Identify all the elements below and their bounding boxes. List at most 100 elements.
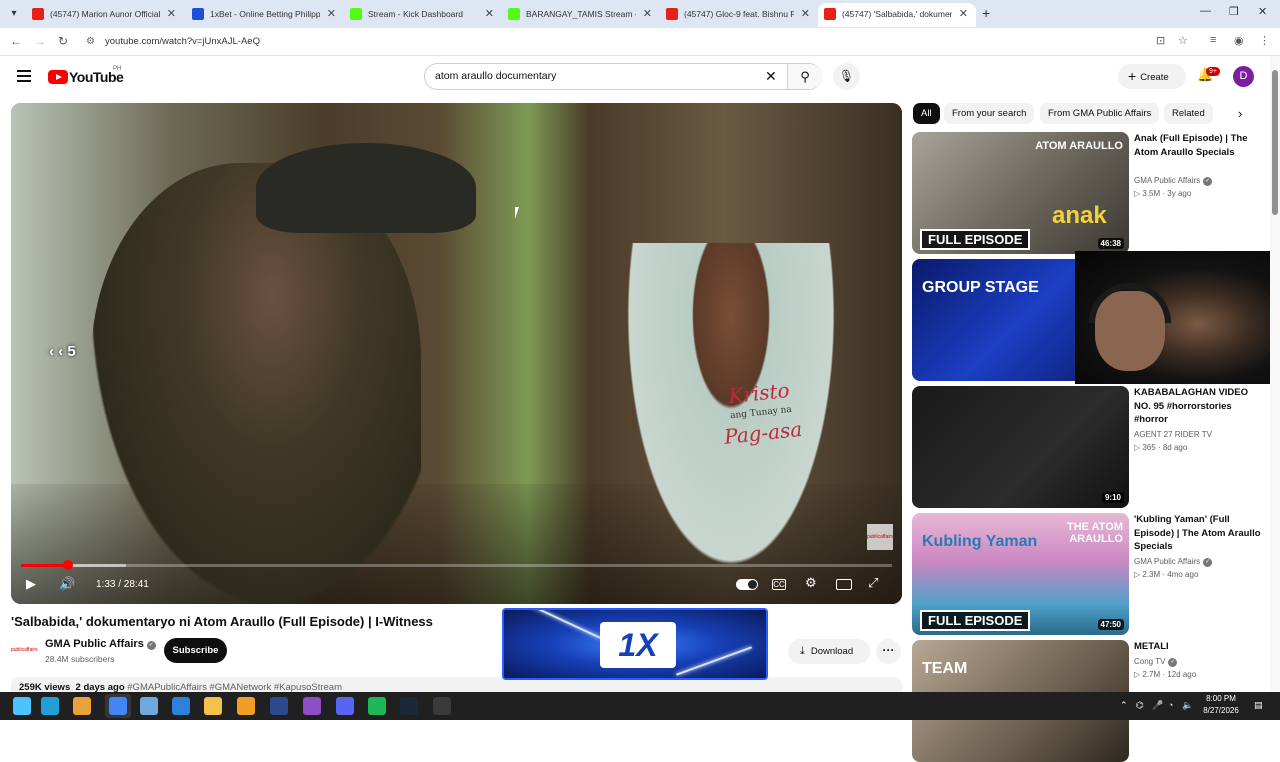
play-icon[interactable]: ▶	[26, 576, 36, 592]
close-window-icon[interactable]: ✕	[1258, 5, 1267, 18]
menu-icon[interactable]	[17, 70, 31, 82]
recommended-title[interactable]: Anak (Full Episode) | The Atom Araullo S…	[1134, 132, 1262, 159]
close-tab-icon[interactable]: ✕	[959, 3, 968, 25]
recommended-video[interactable]: ATOM ARAULLO anak FULL EPISODE 46:38 Anak (F…	[912, 132, 1267, 254]
recommended-title[interactable]: 'Kubling Yaman' (Full Episode) | The Ato…	[1134, 513, 1262, 554]
video-thumbnail[interactable]: THE ATOM ARAULLO Kubling Yaman FULL EPISOD…	[912, 513, 1129, 635]
browser-tab[interactable]: BARANGAY_TAMIS Stream - Wa ✕	[502, 3, 660, 27]
close-tab-icon[interactable]: ✕	[485, 3, 494, 25]
edge-icon[interactable]	[41, 697, 59, 715]
duration-badge: 46:38	[1097, 238, 1124, 249]
more-actions-icon[interactable]: ···	[876, 639, 901, 664]
notification-center-icon[interactable]: ▤	[1254, 700, 1263, 711]
restore-icon[interactable]: ❐	[1229, 5, 1239, 18]
browser-tab[interactable]: (45747) Marion Aunor Official - ✕	[26, 3, 184, 27]
recommended-title[interactable]: METALI	[1134, 640, 1262, 654]
filter-chip[interactable]: Related	[1164, 103, 1213, 124]
network-icon[interactable]: ⌬	[1136, 700, 1144, 711]
browser-menu-icon[interactable]: ⋮	[1259, 34, 1270, 47]
recommended-channel[interactable]: AGENT 27 RIDER TV	[1134, 430, 1212, 439]
sublime-icon[interactable]	[237, 697, 255, 715]
new-tab-button[interactable]: +	[982, 5, 990, 21]
page-scrollbar[interactable]	[1270, 56, 1280, 692]
browser-tab[interactable]: Stream - Kick Dashboard ✕	[344, 3, 502, 27]
wifi-icon[interactable]: ◔	[1168, 700, 1173, 710]
filter-chip[interactable]: All	[913, 103, 940, 124]
search-input[interactable]: atom araullo documentary	[435, 70, 556, 82]
chevron-right-icon[interactable]: ›	[1238, 106, 1242, 121]
channel-watermark[interactable]: publicaffairs	[867, 524, 894, 550]
channel-name[interactable]: GMA Public Affairs ✓	[45, 638, 156, 650]
recommended-title[interactable]: KABABALAGHAN VIDEO NO. 95 #horrorstories…	[1134, 386, 1262, 427]
bookmark-star-icon[interactable]: ☆	[1178, 34, 1188, 47]
avatar[interactable]: D	[1233, 66, 1254, 87]
captions-icon[interactable]: CC	[772, 579, 786, 590]
theater-mode-icon[interactable]	[836, 579, 852, 590]
app-5-icon[interactable]	[140, 697, 158, 715]
video-thumbnail[interactable]: 9:10	[912, 386, 1129, 508]
recommended-video[interactable]: THE ATOM ARAULLO Kubling Yaman FULL EPISOD…	[912, 513, 1267, 635]
forward-icon[interactable]: →	[34, 34, 46, 48]
photoshop-icon[interactable]	[270, 697, 288, 715]
scrubber-handle[interactable]	[63, 560, 74, 570]
url-field[interactable]: ⚙ youtube.com/watch?v=jUnxAJL-AeQ	[80, 31, 1200, 53]
close-tab-icon[interactable]: ✕	[801, 3, 810, 25]
vscode-icon[interactable]	[172, 697, 190, 715]
site-info-icon[interactable]: ⚙	[86, 31, 95, 53]
download-button[interactable]: ⤓ Download	[788, 639, 870, 664]
recommended-channel[interactable]: GMA Public Affairs ✓	[1134, 176, 1213, 186]
recommended-video[interactable]: 9:10 KABABALAGHAN VIDEO NO. 95 #horrorsto…	[912, 386, 1267, 508]
recommended-meta: ▷ 3.5M · 3y ago	[1134, 188, 1192, 198]
close-tab-icon[interactable]: ✕	[643, 3, 652, 25]
subscribe-button[interactable]: Subscribe	[164, 638, 227, 663]
browser-tab[interactable]: 1xBet - Online Betting Philippin ✕	[186, 3, 344, 27]
reload-icon[interactable]: ↻	[58, 34, 68, 48]
video-player[interactable]: Kristo ang Tunay na Pag-asa ‹ ‹ 5 publicaf…	[11, 103, 902, 604]
create-button[interactable]: + Create	[1118, 64, 1186, 89]
clear-search-icon[interactable]: ✕	[765, 68, 777, 85]
obs-icon[interactable]	[433, 697, 451, 715]
autoplay-toggle[interactable]	[736, 579, 758, 590]
browser-tab[interactable]: (45747) 'Salbabida,' dokumenta ✕	[818, 3, 976, 27]
duration-badge: 9:10	[1101, 492, 1124, 503]
chrome-icon[interactable]	[109, 697, 127, 715]
taskbar-clock[interactable]: 8:00 PM 8/27/2026	[1196, 693, 1246, 717]
tab-search-icon[interactable]: ▾	[6, 6, 22, 22]
tab-favicon-icon	[508, 8, 520, 20]
back-icon[interactable]: ←	[10, 34, 22, 48]
install-icon[interactable]: ⊡	[1156, 34, 1165, 47]
filter-chip[interactable]: From your search	[944, 103, 1035, 124]
video-thumbnail[interactable]: ATOM ARAULLO anak FULL EPISODE 46:38	[912, 132, 1129, 254]
youtube-logo[interactable]: YouTube PH	[48, 66, 124, 85]
profile-icon[interactable]: ◉	[1234, 34, 1244, 47]
start-icon[interactable]	[13, 697, 31, 715]
search-box[interactable]: atom araullo documentary ✕ ⚲	[424, 63, 822, 90]
close-tab-icon[interactable]: ✕	[167, 3, 176, 25]
steam-icon[interactable]	[400, 697, 418, 715]
voice-search-icon[interactable]: 🎙	[833, 63, 860, 90]
visual-studio-icon[interactable]	[303, 697, 321, 715]
recommended-channel[interactable]: GMA Public Affairs ✓	[1134, 557, 1213, 567]
settings-gear-icon[interactable]: ⚙	[805, 575, 817, 591]
ad-banner-1xbet[interactable]: 1X	[502, 608, 768, 680]
browser-tab[interactable]: (45747) Gloc-9 feat. Bishnu Pan ✕	[660, 3, 818, 27]
filter-chip[interactable]: From GMA Public Affairs	[1040, 103, 1160, 124]
media-controls-icon[interactable]: ≡	[1210, 34, 1216, 46]
full-episode-badge: FULL EPISODE	[920, 610, 1031, 631]
progress-bar[interactable]	[21, 560, 892, 570]
discord-icon[interactable]	[336, 697, 354, 715]
speaker-icon[interactable]: 🔈	[1182, 700, 1193, 711]
scrollbar-thumb[interactable]	[1272, 70, 1278, 215]
volume-icon[interactable]: 🔊	[59, 576, 75, 592]
close-tab-icon[interactable]: ✕	[327, 3, 336, 25]
copilot-icon[interactable]	[73, 697, 91, 715]
files-icon[interactable]	[204, 697, 222, 715]
mic-tray-icon[interactable]: 🎤	[1152, 700, 1163, 711]
minimize-icon[interactable]: —	[1200, 5, 1211, 17]
spotify-icon[interactable]	[368, 697, 386, 715]
fullscreen-icon[interactable]: ⤢	[868, 575, 878, 591]
search-button[interactable]: ⚲	[787, 64, 822, 89]
recommended-channel[interactable]: Cong TV ✓	[1134, 657, 1178, 667]
channel-avatar[interactable]: publicaffairs	[11, 642, 38, 658]
tray-chevron-icon[interactable]: ⌃	[1120, 700, 1128, 711]
